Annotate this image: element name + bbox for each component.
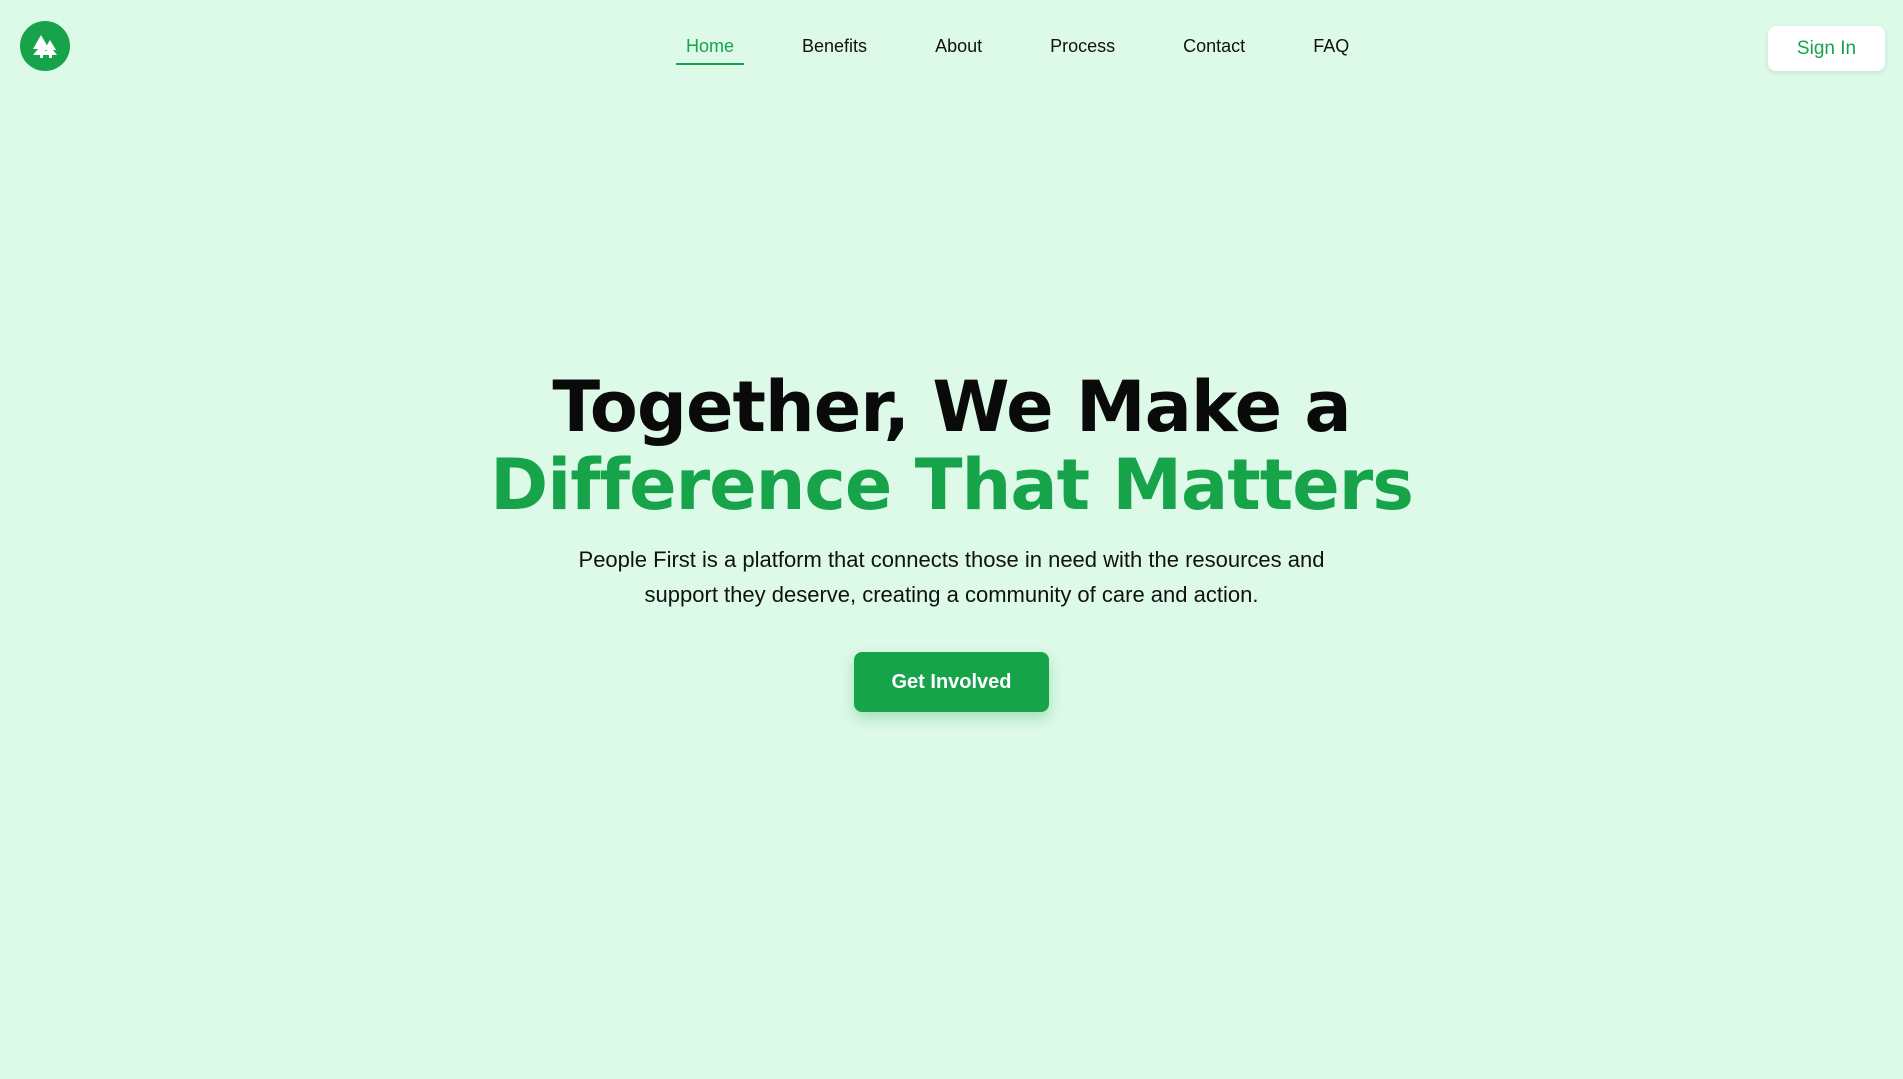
main-nav: Home Benefits About Process Contact FAQ bbox=[676, 30, 1359, 70]
hero-description: People First is a platform that connects… bbox=[578, 547, 1325, 607]
hero-section: Together, We Make a Difference That Matt… bbox=[0, 368, 1903, 712]
logo-button[interactable] bbox=[20, 21, 70, 71]
nav-item-contact[interactable]: Contact bbox=[1173, 30, 1255, 65]
nav-item-faq[interactable]: FAQ bbox=[1303, 30, 1359, 65]
nav-item-process[interactable]: Process bbox=[1040, 30, 1125, 65]
hero-title-line2: Difference That Matters bbox=[490, 444, 1414, 526]
sign-in-button[interactable]: Sign In bbox=[1768, 26, 1885, 71]
nav-item-home[interactable]: Home bbox=[676, 30, 745, 65]
hero-title: Together, We Make a Difference That Matt… bbox=[0, 368, 1903, 524]
trees-icon bbox=[30, 33, 60, 59]
nav-item-about[interactable]: About bbox=[925, 30, 992, 65]
hero-title-line1: Together, We Make a bbox=[552, 366, 1351, 448]
nav-item-benefits[interactable]: Benefits bbox=[792, 30, 877, 65]
get-involved-button[interactable]: Get Involved bbox=[854, 652, 1049, 712]
